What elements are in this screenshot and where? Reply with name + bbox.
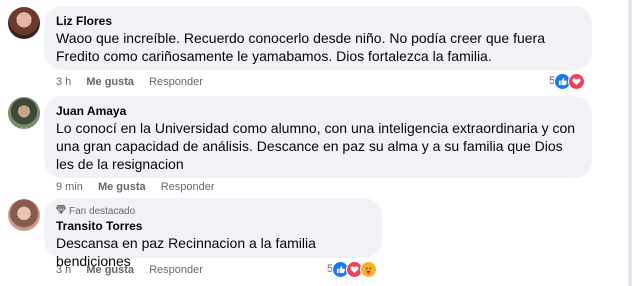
comment-text: Waoo que increíble. Recuerdo conocerlo d… xyxy=(56,30,546,64)
reply-button[interactable]: Responder xyxy=(161,180,215,194)
comment-actions: 3 h Me gusta Responder xyxy=(56,75,215,89)
comment-bubble: Fan destacado Transito Torres Descansa e… xyxy=(44,198,382,269)
diamond-icon xyxy=(55,204,67,219)
like-button[interactable]: Me gusta xyxy=(86,263,134,277)
comment-bubble: Juan Amaya Lo conocí en la Universidad c… xyxy=(44,96,592,178)
comment-bubble: Liz Flores Waoo que increíble. Recuerdo … xyxy=(44,6,592,70)
reply-button[interactable]: Responder xyxy=(149,75,203,89)
comment-time[interactable]: 9 min xyxy=(56,180,83,194)
avatar[interactable] xyxy=(8,97,40,129)
avatar[interactable] xyxy=(8,199,40,231)
reaction-summary[interactable]: 5 xyxy=(549,72,586,90)
comment-actions: 9 min Me gusta Responder xyxy=(56,180,227,194)
comment-author[interactable]: Liz Flores xyxy=(56,13,580,29)
love-icon xyxy=(568,72,586,90)
avatar[interactable] xyxy=(8,7,40,39)
like-button[interactable]: Me gusta xyxy=(98,180,146,194)
comment-author[interactable]: Juan Amaya xyxy=(56,103,580,119)
comment-author[interactable]: Transito Torres xyxy=(56,218,370,234)
scrollbar-track[interactable] xyxy=(628,0,632,286)
like-button[interactable]: Me gusta xyxy=(86,75,134,89)
reaction-summary[interactable]: 5 xyxy=(327,260,378,278)
comment-actions: 3 h Me gusta Responder xyxy=(56,263,215,277)
reply-button[interactable]: Responder xyxy=(149,263,203,277)
badge-label: Fan destacado xyxy=(69,206,136,217)
comment-time[interactable]: 3 h xyxy=(56,263,71,277)
care-icon xyxy=(360,260,378,278)
comment-time[interactable]: 3 h xyxy=(56,75,71,89)
comment-text: Lo conocí en la Universidad como alumno,… xyxy=(56,120,576,172)
top-fan-badge: Fan destacado xyxy=(55,204,370,219)
